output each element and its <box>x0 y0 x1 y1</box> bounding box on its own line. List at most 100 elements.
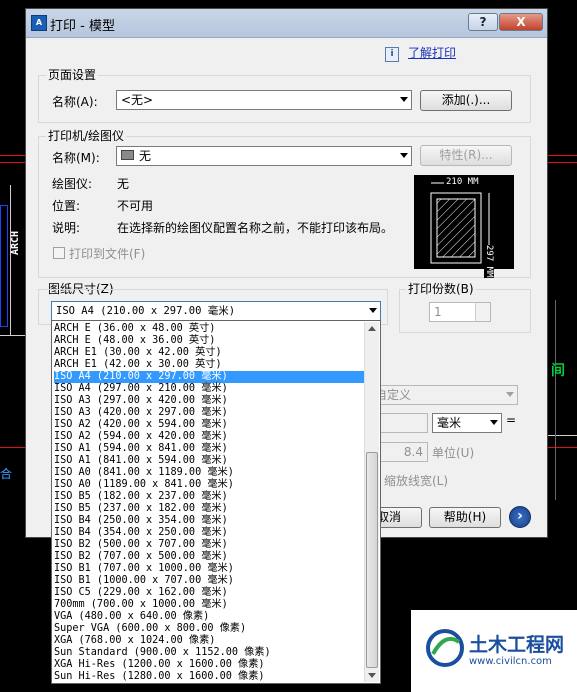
paper-size-option[interactable]: ARCH E1 (42.00 x 30.00 英寸) <box>54 359 222 371</box>
description-value: 在选择新的绘图仪配置名称之前，不能打印该布局。 <box>117 221 394 235</box>
cad-label: 合 <box>0 467 13 481</box>
paper-size-option[interactable]: ISO A2 (594.00 x 420.00 毫米) <box>54 431 228 443</box>
equals-sign: = <box>506 413 517 427</box>
paper-size-select[interactable]: ISO A4 (210.00 x 297.00 毫米) <box>51 301 381 321</box>
paper-size-option[interactable]: ISO C5 (229.00 x 162.00 毫米) <box>54 587 228 599</box>
paper-size-option[interactable]: ISO A4 (210.00 x 297.00 毫米) <box>54 371 366 383</box>
paper-size-option[interactable]: XGA (768.00 x 1024.00 像素) <box>54 635 215 647</box>
add-page-setup-button[interactable]: 添加(.)... <box>420 90 512 111</box>
printer-name-label: 名称(M): <box>52 151 100 165</box>
properties-button[interactable]: 特性(R)... <box>420 145 512 166</box>
scroll-down-icon[interactable] <box>368 673 376 678</box>
paper-size-option[interactable]: XGA Hi-Res (1200.00 x 1600.00 像素) <box>54 659 265 671</box>
paper-size-option[interactable]: ISO A1 (841.00 x 594.00 毫米) <box>54 455 228 467</box>
paper-size-list[interactable]: ARCH E (36.00 x 48.00 英寸) ARCH E (48.00 x… <box>51 320 381 684</box>
paper-size-option[interactable]: 700mm (700.00 x 1000.00 毫米) <box>54 599 228 611</box>
spinner-arrows-icon[interactable] <box>475 303 490 321</box>
copies-label: 打印份数(B) <box>406 280 476 297</box>
scale-lineweights-label: 缩放线宽(L) <box>384 474 449 488</box>
copies-value: 1 <box>434 305 442 319</box>
printer-select[interactable]: 无 <box>116 146 412 166</box>
print-to-file-checkbox[interactable] <box>53 247 65 259</box>
printer-icon <box>121 150 134 160</box>
copies-spinner[interactable]: 1 <box>429 302 491 322</box>
cad-line <box>548 435 577 436</box>
help-button[interactable]: 帮助(H) <box>429 507 501 528</box>
preview-height-label: 297 MM <box>484 245 494 278</box>
description-label: 说明: <box>52 221 81 235</box>
units-value: 毫米 <box>437 416 462 430</box>
chevron-down-icon <box>369 308 377 313</box>
paper-size-option[interactable]: ISO A0 (1189.00 x 841.00 毫米) <box>54 479 234 491</box>
info-icon: i <box>385 47 399 62</box>
cad-label: 间 <box>551 363 565 379</box>
cad-rect <box>0 205 8 327</box>
chevron-down-icon <box>400 97 408 102</box>
watermark-url: www.civilcn.com <box>469 656 552 667</box>
printer-label: 打印机/绘图仪 <box>46 127 127 144</box>
paper-size-option[interactable]: Sun Hi-Res (1280.00 x 1600.00 像素) <box>54 671 265 683</box>
units-select[interactable]: 毫米 <box>432 413 502 433</box>
page-setup-value: <无> <box>121 93 154 107</box>
paper-size-option[interactable]: ISO B1 (707.00 x 1000.00 毫米) <box>54 563 234 575</box>
paper-size-option[interactable]: VGA (480.00 x 640.00 像素) <box>54 611 209 623</box>
plotter-label: 绘图仪: <box>52 177 93 191</box>
paper-size-option[interactable]: ARCH E (48.00 x 36.00 英寸) <box>54 335 215 347</box>
watermark-brand: 土木工程网 <box>469 634 565 656</box>
location-value: 不可用 <box>117 199 154 213</box>
title-bar[interactable]: A 打印 - 模型 ? X <box>26 9 547 38</box>
location-label: 位置: <box>52 199 81 213</box>
paper-preview-graphic <box>430 182 490 264</box>
printer-value: 无 <box>139 149 152 163</box>
print-to-file-label: 打印到文件(F) <box>69 247 146 261</box>
paper-size-option[interactable]: ARCH E (36.00 x 48.00 英寸) <box>54 323 215 335</box>
cad-label: ARCH <box>10 230 21 255</box>
paper-size-option[interactable]: ISO B1 (1000.00 x 707.00 毫米) <box>54 575 234 587</box>
paper-size-option[interactable]: ISO B4 (250.00 x 354.00 毫米) <box>54 515 228 527</box>
scale-select[interactable]: 自定义 <box>370 385 518 405</box>
paper-size-option[interactable]: ISO B5 (237.00 x 182.00 毫米) <box>54 503 228 515</box>
page-setup-label: 页面设置 <box>46 66 99 83</box>
cad-line <box>0 162 26 163</box>
page-setup-select[interactable]: <无> <box>116 90 412 110</box>
paper-size-option[interactable]: ISO B5 (182.00 x 237.00 毫米) <box>54 491 228 503</box>
paper-size-option[interactable]: ARCH E1 (30.00 x 42.00 英寸) <box>54 347 222 359</box>
scale-units-value: 8.4 <box>403 445 423 459</box>
paper-size-option[interactable]: ISO B2 (500.00 x 707.00 毫米) <box>54 539 228 551</box>
paper-size-option[interactable]: ISO A0 (841.00 x 1189.00 毫米) <box>54 467 234 479</box>
cad-line <box>0 155 26 156</box>
help-title-button[interactable]: ? <box>468 13 498 31</box>
paper-size-option[interactable]: ISO B2 (707.00 x 500.00 毫米) <box>54 551 228 563</box>
learn-printing-link[interactable]: 了解打印 <box>408 44 456 61</box>
watermark-logo-icon <box>426 629 464 667</box>
paper-size-option[interactable]: ISO A4 (297.00 x 210.00 毫米) <box>54 383 228 395</box>
cad-line <box>555 300 556 500</box>
list-scrollbar[interactable] <box>364 322 379 682</box>
cad-line <box>548 155 577 156</box>
scroll-thumb[interactable] <box>366 452 378 668</box>
plotter-value: 无 <box>117 177 130 191</box>
paper-size-option[interactable]: Sun Standard (900.00 x 1152.00 像素) <box>54 647 271 659</box>
cad-line <box>548 447 577 448</box>
chevron-down-icon <box>490 420 498 425</box>
close-button[interactable]: X <box>499 13 543 31</box>
chevron-down-icon <box>400 153 408 158</box>
cad-line <box>10 185 11 335</box>
paper-size-option[interactable]: ISO A2 (420.00 x 594.00 毫米) <box>54 419 228 431</box>
cad-line <box>0 335 26 336</box>
preview-width-label: 210 MM <box>444 177 481 187</box>
paper-size-option[interactable]: Super VGA (600.00 x 800.00 像素) <box>54 623 246 635</box>
paper-size-option[interactable]: ISO A3 (420.00 x 297.00 毫米) <box>54 407 228 419</box>
paper-size-option[interactable]: ISO A1 (594.00 x 841.00 毫米) <box>54 443 228 455</box>
autocad-icon: A <box>31 15 47 31</box>
scroll-up-icon[interactable] <box>368 326 376 331</box>
units-label: 单位(U) <box>432 446 475 460</box>
paper-size-option[interactable]: ISO A3 (297.00 x 420.00 毫米) <box>54 395 228 407</box>
cad-line <box>548 162 577 163</box>
expand-arrow-icon[interactable]: › <box>509 506 531 528</box>
watermark: 土木工程网 www.civilcn.com <box>411 610 577 692</box>
paper-preview: 210 MM 297 MM <box>414 175 514 278</box>
paper-size-option[interactable]: ISO B4 (354.00 x 250.00 毫米) <box>54 527 228 539</box>
cad-line <box>0 447 26 448</box>
chevron-down-icon <box>506 392 514 397</box>
